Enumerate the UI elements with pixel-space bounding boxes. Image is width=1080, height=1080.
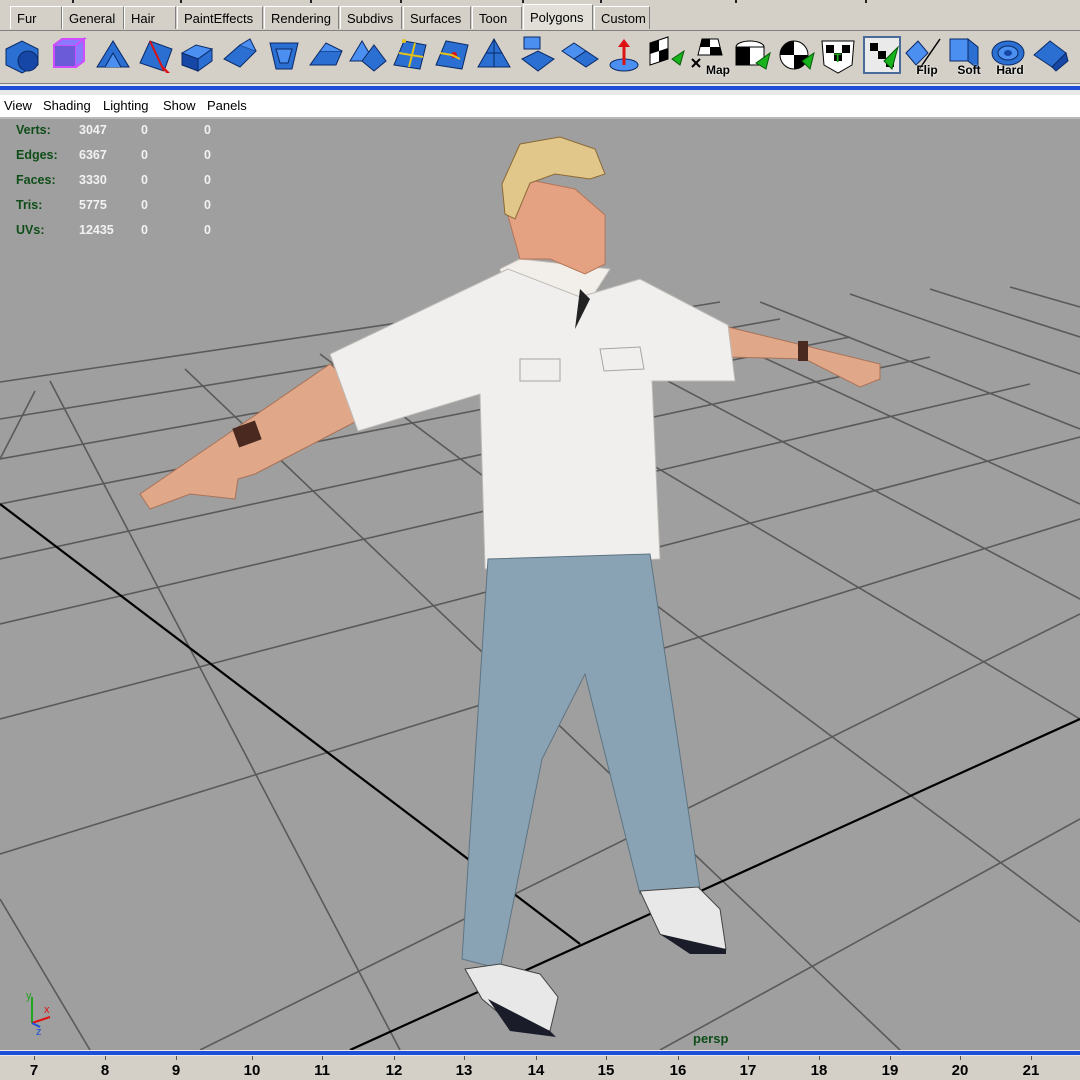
hud-value: 3047	[79, 123, 107, 137]
hud-value: 0	[204, 198, 211, 212]
frame-label: 18	[810, 1062, 828, 1079]
character-model[interactable]	[0, 119, 1080, 1050]
svg-text:T: T	[834, 51, 842, 65]
camera-name-label: persp	[693, 1031, 729, 1046]
frame-label: 11	[314, 1062, 330, 1079]
tab-hair[interactable]: Hair	[124, 6, 176, 29]
subdivide-faces-icon[interactable]	[390, 35, 430, 75]
axis-y-label: y	[26, 990, 32, 1002]
hud-value: 0	[204, 123, 211, 137]
axis-x-label: x	[44, 1004, 50, 1016]
soft-label: Soft	[957, 63, 981, 77]
flip-normals-icon[interactable]: Flip	[904, 35, 944, 77]
hud-value: 3330	[79, 173, 107, 187]
perspective-viewport[interactable]: Verts: 3047 0 0 Edges: 6367 0 0 Faces: 3…	[0, 119, 1080, 1050]
hud-value: 0	[141, 123, 148, 137]
frame-label: 14	[527, 1062, 545, 1079]
frame-label: 21	[1022, 1062, 1040, 1079]
hud-value: 0	[141, 173, 148, 187]
tab-custom[interactable]: Custom	[594, 6, 650, 29]
hud-value: 6367	[79, 148, 107, 162]
hud-value: 0	[141, 223, 148, 237]
time-slider[interactable]: 7 8 9 10 11 12 13 14 15 16 17 18 19 20 2…	[0, 1056, 1080, 1080]
hud-label: Edges:	[16, 148, 58, 162]
frame-label: 12	[385, 1062, 403, 1079]
spherical-map-icon[interactable]	[776, 35, 816, 75]
tab-general[interactable]: General	[62, 6, 124, 29]
frame-label: 10	[243, 1062, 261, 1079]
frame-label: 7	[29, 1062, 39, 1079]
hud-value: 12435	[79, 223, 114, 237]
hud-value: 0	[141, 148, 148, 162]
view-axis-icon: y x z	[26, 990, 51, 1037]
checker-map-icon[interactable]	[862, 35, 902, 75]
hud-label: UVs:	[16, 223, 45, 237]
tab-surfaces[interactable]: Surfaces	[403, 6, 471, 29]
panel-menu-bar: View Shading Lighting Show Panels	[0, 95, 1080, 119]
tab-rendering[interactable]: Rendering	[264, 6, 339, 29]
create-polygon-tool-icon[interactable]	[93, 35, 133, 75]
flip-label: Flip	[916, 63, 938, 77]
hud-value: 0	[204, 148, 211, 162]
extrude-face-icon[interactable]	[178, 35, 218, 75]
tab-painteffects[interactable]: PaintEffects	[177, 6, 263, 29]
smooth-icon[interactable]	[1030, 35, 1070, 75]
auto-map-icon[interactable]: Map	[690, 35, 730, 77]
hud-label: Faces:	[16, 173, 56, 187]
create-polygon-sphere-icon[interactable]	[2, 35, 42, 75]
cylindrical-map-icon[interactable]	[732, 35, 772, 75]
combine-icon[interactable]	[560, 35, 600, 75]
shelf-tab-bar: Fur General Hair PaintEffects Rendering …	[0, 4, 1080, 31]
frame-label: 9	[171, 1062, 181, 1079]
menu-lighting[interactable]: Lighting	[103, 98, 149, 113]
hud-value: 5775	[79, 198, 107, 212]
planar-map-icon[interactable]	[646, 35, 686, 75]
menu-view[interactable]: View	[4, 98, 32, 113]
shelf-separator	[0, 84, 1080, 95]
merge-vertices-icon[interactable]	[432, 35, 472, 75]
harden-edge-icon[interactable]: Hard	[988, 35, 1028, 77]
frame-label: 13	[455, 1062, 473, 1079]
soften-edge-icon[interactable]: Soft	[946, 35, 986, 77]
separate-icon[interactable]	[518, 35, 558, 75]
cut-faces-icon[interactable]	[604, 35, 644, 75]
axis-z-label: z	[36, 1026, 42, 1037]
hud-value: 0	[141, 198, 148, 212]
auto-map-label: Map	[706, 63, 730, 77]
triangulate-icon[interactable]	[474, 35, 514, 75]
extrude-edge-icon[interactable]	[220, 35, 260, 75]
frame-label: 15	[597, 1062, 615, 1079]
frame-label: 19	[881, 1062, 899, 1079]
hud-label: Verts:	[16, 123, 51, 137]
uv-texture-editor-icon[interactable]: T	[818, 35, 858, 75]
menu-shading[interactable]: Shading	[43, 98, 91, 113]
hud-label: Tris:	[16, 198, 43, 212]
wedge-faces-icon[interactable]	[348, 35, 388, 75]
frame-label: 17	[739, 1062, 757, 1079]
tab-polygons[interactable]: Polygons	[523, 4, 593, 30]
frame-label: 20	[951, 1062, 969, 1079]
polygon-cube-wireframe-icon[interactable]	[48, 35, 88, 75]
hud-value: 0	[204, 223, 211, 237]
hard-label: Hard	[996, 63, 1024, 77]
hud-value: 0	[204, 173, 211, 187]
frame-label: 8	[100, 1062, 110, 1079]
bevel-icon[interactable]	[264, 35, 304, 75]
tab-fur[interactable]: Fur	[10, 6, 62, 29]
tab-toon[interactable]: Toon	[472, 6, 522, 29]
menu-panels[interactable]: Panels	[207, 98, 247, 113]
poke-faces-icon[interactable]	[306, 35, 346, 75]
menu-show[interactable]: Show	[163, 98, 196, 113]
tab-subdivs[interactable]: Subdivs	[340, 6, 402, 29]
frame-label: 16	[669, 1062, 687, 1079]
split-polygon-tool-icon[interactable]	[136, 35, 176, 75]
polygons-shelf: Map T Flip Soft Hard	[0, 31, 1080, 84]
